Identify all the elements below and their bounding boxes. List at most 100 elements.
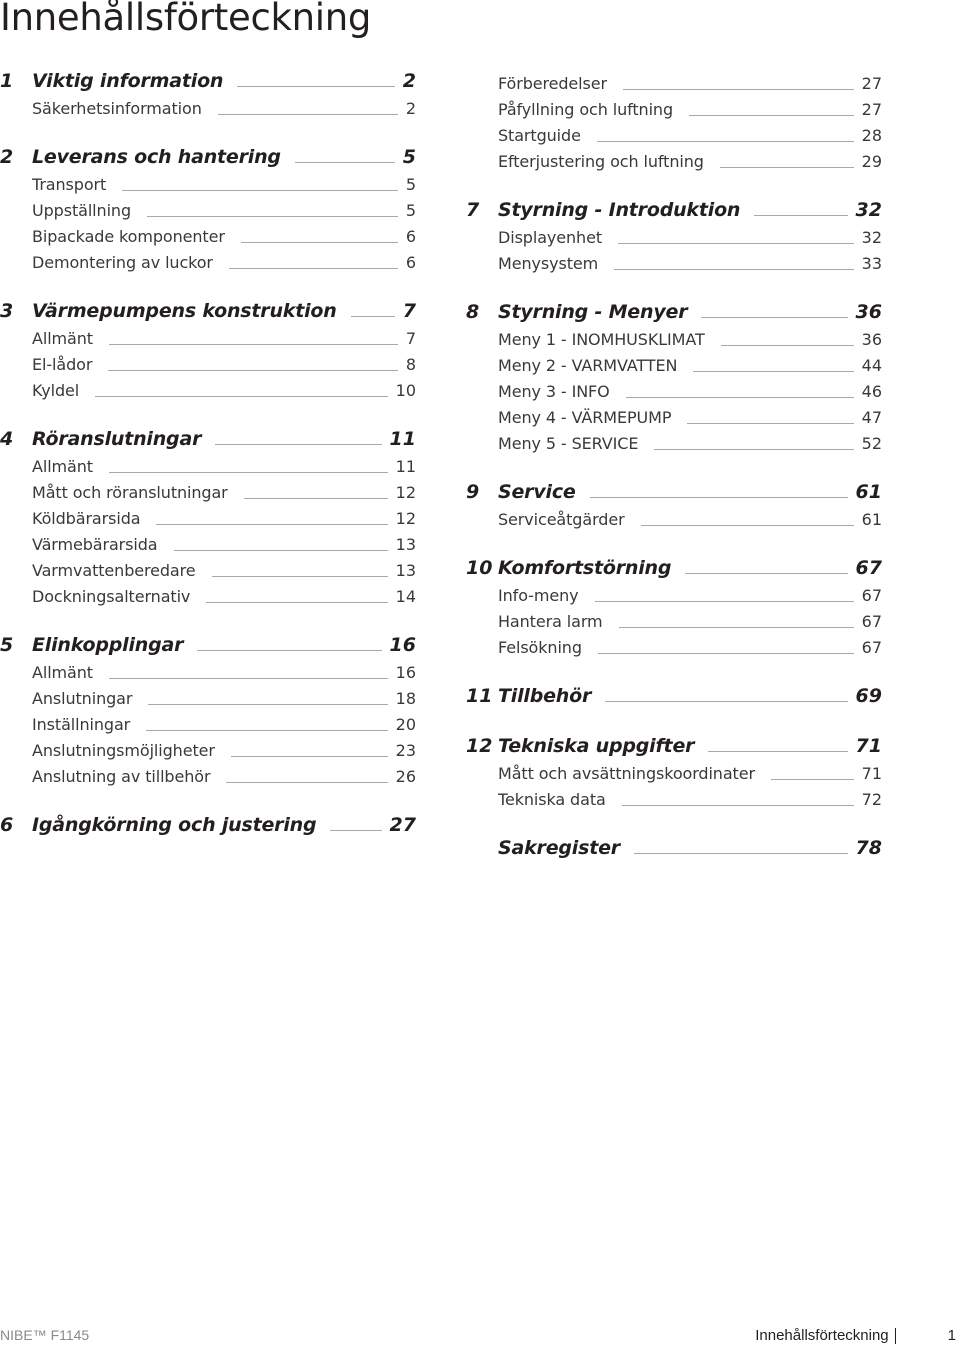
- chapter-number: 4: [0, 428, 14, 450]
- leader-line: [596, 141, 854, 142]
- chapter-number: 5: [0, 634, 14, 656]
- section-title: Inställningar: [32, 715, 131, 734]
- section-title: Serviceåtgärder: [498, 510, 625, 529]
- toc-chapter-entry[interactable]: 8 Styrning - Menyer 36: [466, 300, 882, 324]
- toc-section-entry[interactable]: Allmänt 16: [0, 661, 416, 685]
- leader-line: [594, 601, 854, 602]
- leader-line: [640, 525, 854, 526]
- toc-chapter-entry[interactable]: 4 Röranslutningar 11: [0, 427, 416, 451]
- toc-section-entry[interactable]: Kyldel 10: [0, 379, 416, 403]
- leader-line: [622, 89, 854, 90]
- section-title: Anslutningsmöjligheter: [32, 741, 215, 760]
- leader-line: [237, 86, 395, 87]
- toc-chapter-entry[interactable]: 7 Styrning - Introduktion 32: [466, 198, 882, 222]
- toc-section-entry[interactable]: Köldbärarsida 12: [0, 507, 416, 531]
- toc-chapter-entry[interactable]: 10 Komfortstörning 67: [466, 556, 882, 580]
- toc-chapter-entry[interactable]: 3 Värmepumpens konstruktion 7: [0, 299, 416, 323]
- toc-chapter-entry[interactable]: 5 Elinkopplingar 16: [0, 633, 416, 657]
- toc-section-entry[interactable]: Meny 5 - SERVICE 52: [466, 432, 882, 456]
- page-number: 6: [405, 253, 416, 272]
- toc-section-entry[interactable]: Säkerhetsinformation 2: [0, 97, 416, 121]
- toc-chapter-entry[interactable]: 6 Igångkörning och justering 27: [0, 813, 416, 837]
- section-title: Tekniska data: [498, 790, 606, 809]
- toc-section-entry[interactable]: El-lådor 8: [0, 353, 416, 377]
- toc-section-entry[interactable]: Mått och röranslutningar 12: [0, 481, 416, 505]
- footer-product: NIBE™ F1145: [0, 1327, 90, 1343]
- section-title: Transport: [32, 175, 107, 194]
- toc-chapter-entry[interactable]: 1 Viktig information 2: [0, 69, 416, 93]
- section-title: Förberedelser: [498, 74, 607, 93]
- toc-section-entry[interactable]: Allmänt 7: [0, 327, 416, 351]
- leader-line: [685, 573, 848, 574]
- toc-section-entry[interactable]: Tekniska data 72: [466, 788, 882, 812]
- toc-section-entry[interactable]: Allmänt 11: [0, 455, 416, 479]
- chapter-number: 9: [466, 481, 480, 503]
- toc-section-entry[interactable]: Meny 2 - VARMVATTEN 44: [466, 354, 882, 378]
- section-title: Meny 4 - VÄRMEPUMP: [498, 408, 672, 427]
- page-number: 61: [861, 510, 882, 529]
- toc-section-entry[interactable]: Startguide 28: [466, 124, 882, 148]
- toc-section-entry[interactable]: Dockningsalternativ 14: [0, 585, 416, 609]
- leader-line: [633, 853, 848, 854]
- toc-section-entry[interactable]: Meny 3 - INFO 46: [466, 380, 882, 404]
- page-number: 67: [861, 638, 882, 657]
- toc-section-entry[interactable]: Anslutning av tillbehör 26: [0, 765, 416, 789]
- toc-section-entry[interactable]: Efterjustering och luftning 29: [466, 150, 882, 174]
- toc-section-entry[interactable]: Meny 4 - VÄRMEPUMP 47: [466, 406, 882, 430]
- toc-section-entry[interactable]: Mått och avsättningskoordinater 71: [466, 762, 882, 786]
- page-number: 44: [861, 356, 882, 375]
- page-number: 36: [855, 301, 882, 323]
- page-number: 47: [861, 408, 882, 427]
- toc-section-entry[interactable]: Inställningar 20: [0, 713, 416, 737]
- toc-section-entry[interactable]: Anslutningar 18: [0, 687, 416, 711]
- toc-section-entry[interactable]: Meny 1 - INOMHUSKLIMAT 36: [466, 328, 882, 352]
- page-number: 27: [389, 814, 416, 836]
- toc-section-entry[interactable]: Serviceåtgärder 61: [466, 508, 882, 532]
- section-title: Startguide: [498, 126, 581, 145]
- toc-section-entry[interactable]: Värmebärarsida 13: [0, 533, 416, 557]
- chapter-title: Värmepumpens konstruktion: [32, 300, 337, 322]
- leader-line: [226, 782, 388, 783]
- page-number: 61: [855, 481, 882, 503]
- toc-chapter-entry[interactable]: 2 Leverans och hantering 5: [0, 145, 416, 169]
- toc-section-entry[interactable]: Påfyllning och luftning 27: [466, 98, 882, 122]
- chapter-number: 8: [466, 301, 480, 323]
- chapter-title: Tillbehör: [498, 685, 592, 707]
- toc-section-entry[interactable]: Bipackade komponenter 6: [0, 225, 416, 249]
- section-title: Meny 2 - VARMVATTEN: [498, 356, 678, 375]
- page-number: 13: [395, 561, 416, 580]
- chapter-title: Komfortstörning: [498, 557, 672, 579]
- toc-section-entry[interactable]: Displayenhet 32: [466, 226, 882, 250]
- chapter-number: 11: [466, 685, 493, 707]
- section-title: Meny 1 - INOMHUSKLIMAT: [498, 330, 705, 349]
- chapter-title: Elinkopplingar: [32, 634, 184, 656]
- chapter-number: 6: [0, 814, 14, 836]
- leader-line: [217, 114, 398, 115]
- page-number: 32: [861, 228, 882, 247]
- toc-section-entry[interactable]: Hantera larm 67: [466, 610, 882, 634]
- footer-page-number: 1: [947, 1327, 956, 1344]
- section-title: Allmänt: [32, 457, 93, 476]
- toc-chapter-entry[interactable]: Sakregister 78: [466, 836, 882, 860]
- toc-section-entry[interactable]: Uppställning 5: [0, 199, 416, 223]
- page-number: 32: [855, 199, 882, 221]
- leader-line: [754, 215, 848, 216]
- toc-chapter-entry[interactable]: 12 Tekniska uppgifter 71: [466, 734, 882, 758]
- toc-section-entry[interactable]: Förberedelser 27: [466, 72, 882, 96]
- toc-section-entry[interactable]: Menysystem 33: [466, 252, 882, 276]
- leader-line: [654, 449, 854, 450]
- toc-section-entry[interactable]: Anslutningsmöjligheter 23: [0, 739, 416, 763]
- chapter-number: 1: [0, 70, 14, 92]
- toc-section-entry[interactable]: Felsökning 67: [466, 636, 882, 660]
- leader-line: [770, 779, 854, 780]
- page-number: 27: [861, 74, 882, 93]
- leader-line: [720, 345, 854, 346]
- toc-section-entry[interactable]: Info-meny 67: [466, 584, 882, 608]
- toc-section-entry[interactable]: Varmvattenberedare 13: [0, 559, 416, 583]
- toc-section-entry[interactable]: Transport 5: [0, 173, 416, 197]
- leader-line: [618, 243, 854, 244]
- toc-section-entry[interactable]: Demontering av luckor 6: [0, 251, 416, 275]
- leader-line: [228, 268, 398, 269]
- toc-chapter-entry[interactable]: 11 Tillbehör 69: [466, 684, 882, 708]
- toc-chapter-entry[interactable]: 9 Service 61: [466, 480, 882, 504]
